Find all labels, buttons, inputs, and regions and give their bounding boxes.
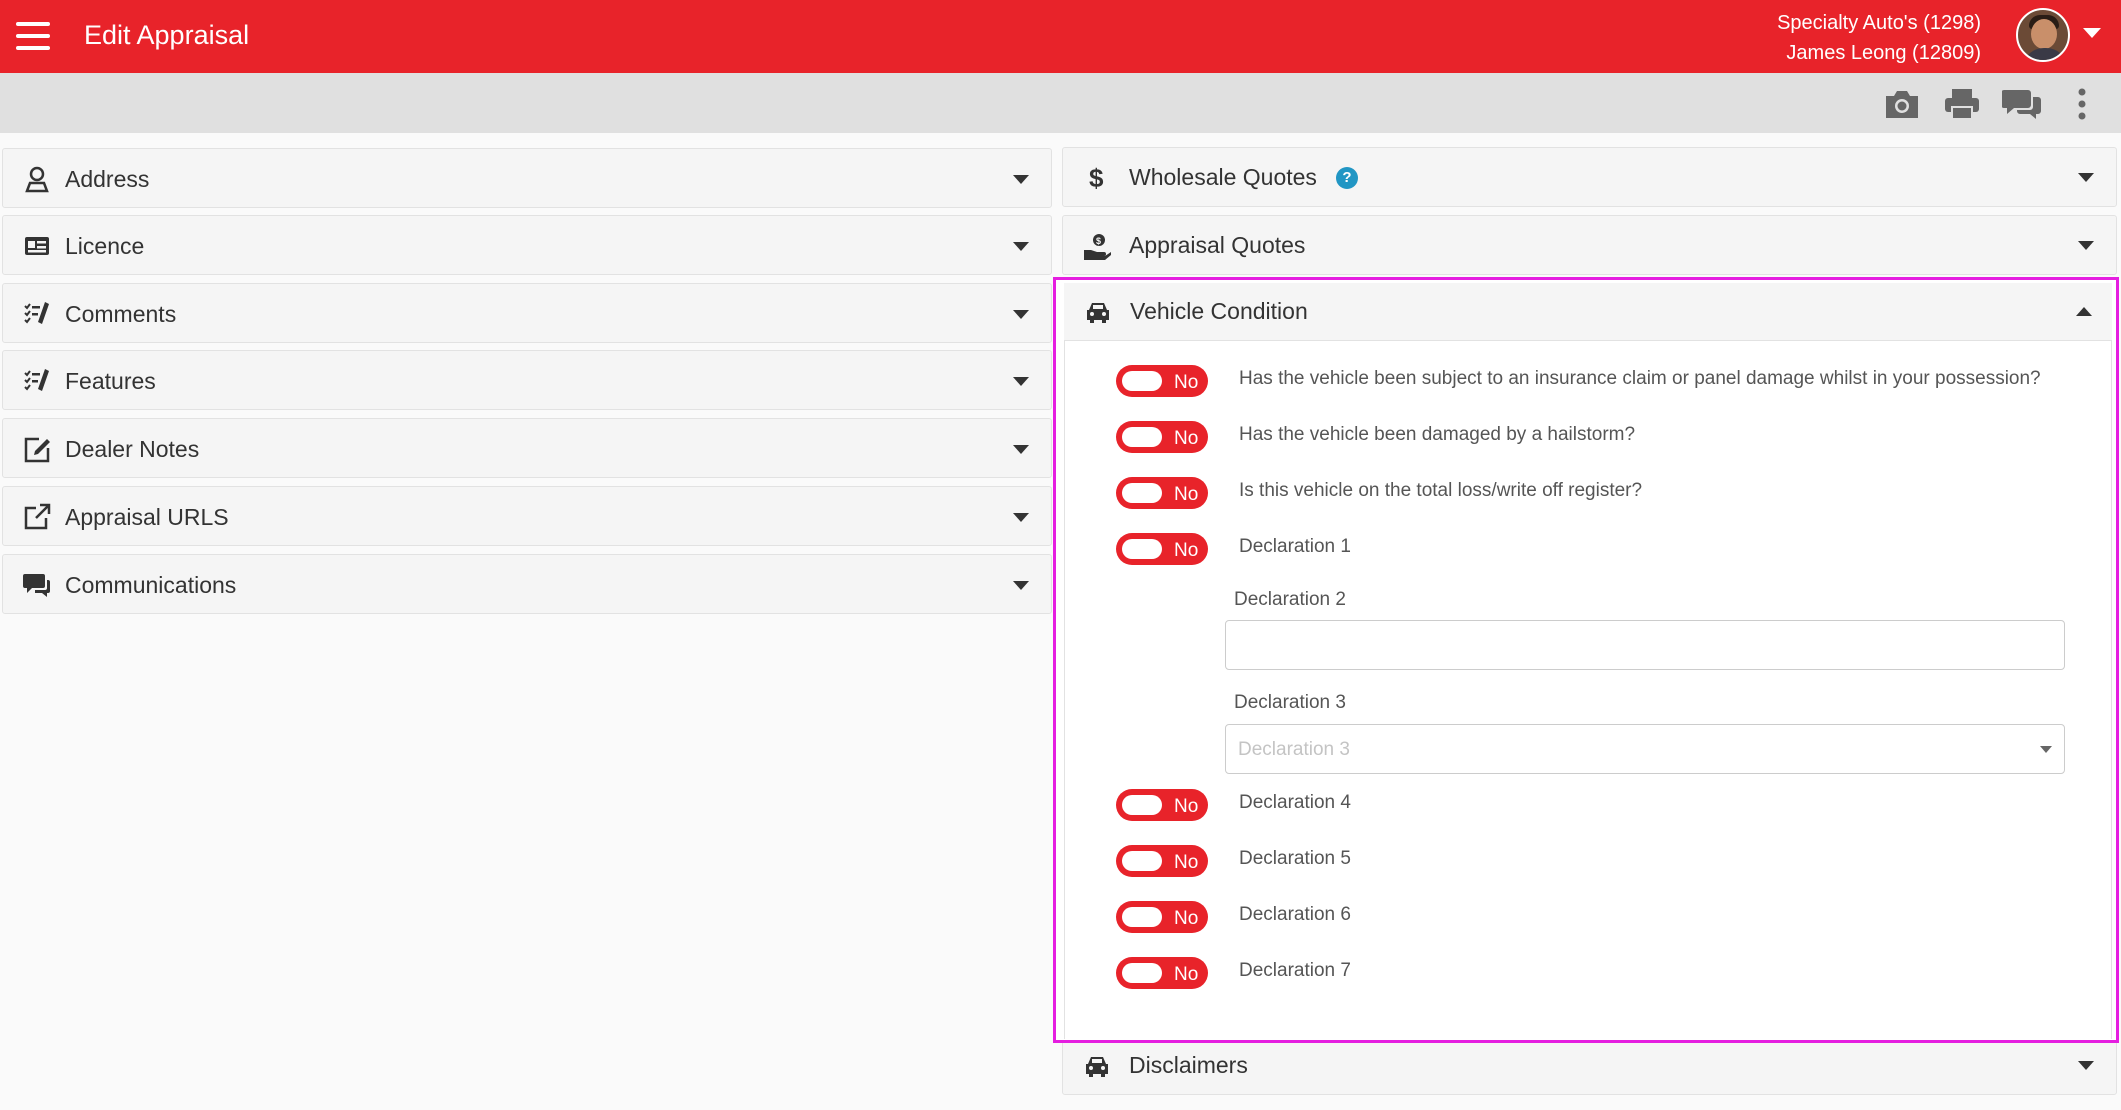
section-appraisal-quotes[interactable]: $ Appraisal Quotes — [1062, 215, 2117, 275]
more-vert-icon[interactable] — [2072, 87, 2092, 121]
checklist-pencil-icon — [24, 369, 49, 391]
section-label: Licence — [65, 233, 145, 259]
toggle-switch[interactable]: No — [1116, 901, 1208, 933]
section-comments[interactable]: Comments — [2, 283, 1052, 343]
user-menu-caret-icon[interactable] — [2083, 28, 2101, 38]
toggle-switch[interactable]: No — [1116, 421, 1208, 453]
chevron-down-icon — [1013, 513, 1029, 522]
chevron-down-icon — [2040, 746, 2052, 753]
car-icon — [1086, 1057, 1108, 1077]
external-link-icon — [24, 503, 51, 530]
section-label: Communications — [65, 572, 237, 598]
user-info[interactable]: Specialty Auto's (1298) James Leong (128… — [1777, 8, 1981, 68]
car-icon — [1087, 303, 1109, 323]
declaration-2-label: Declaration 2 — [1234, 589, 1346, 610]
section-address[interactable]: Address — [2, 148, 1052, 208]
section-disclaimers[interactable]: Disclaimers — [1062, 1035, 2117, 1095]
hand-coin-icon: $ — [1084, 234, 1111, 260]
vehicle-condition-header[interactable]: Vehicle Condition — [1064, 283, 2112, 341]
print-icon[interactable] — [1942, 87, 1982, 121]
svg-text:$: $ — [1089, 164, 1104, 192]
condition-row: No Declaration 4 — [1065, 787, 2113, 827]
map-pin-person-icon — [25, 166, 49, 193]
section-label: Vehicle Condition — [1130, 298, 1308, 324]
section-features[interactable]: Features — [2, 350, 1052, 410]
dollar-icon: $ — [1089, 164, 1104, 192]
toggle-switch[interactable]: No — [1116, 957, 1208, 989]
svg-text:$: $ — [1096, 236, 1101, 246]
question-text: Declaration 4 — [1239, 792, 1351, 813]
section-label: Features — [65, 368, 156, 394]
section-licence[interactable]: Licence — [2, 215, 1052, 275]
select-placeholder: Declaration 3 — [1238, 739, 1350, 760]
condition-row: No Declaration 5 — [1065, 843, 2113, 883]
app-bar: Edit Appraisal Specialty Auto's (1298) J… — [0, 0, 2121, 73]
menu-icon[interactable] — [16, 22, 50, 50]
avatar[interactable] — [2016, 8, 2070, 62]
chevron-down-icon — [1013, 377, 1029, 386]
question-text: Declaration 7 — [1239, 960, 1351, 981]
toggle-switch[interactable]: No — [1116, 845, 1208, 877]
declaration-3-select[interactable]: Declaration 3 — [1225, 724, 2065, 774]
condition-row: No Declaration 7 — [1065, 955, 2113, 995]
condition-row: No Declaration 6 — [1065, 899, 2113, 939]
section-vehicle-condition: Vehicle Condition No Has the vehicle bee… — [1053, 277, 2119, 1043]
vehicle-condition-body: No Has the vehicle been subject to an in… — [1064, 341, 2112, 1039]
condition-row: No Has the vehicle been damaged by a hai… — [1065, 419, 2113, 459]
section-dealer-notes[interactable]: Dealer Notes — [2, 418, 1052, 478]
condition-row: No Has the vehicle been subject to an in… — [1065, 363, 2113, 403]
question-text: Is this vehicle on the total loss/write … — [1239, 480, 1643, 501]
section-label: Dealer Notes — [65, 436, 200, 462]
declaration-3-label: Declaration 3 — [1234, 692, 1346, 713]
declaration-2-field[interactable] — [1225, 620, 2065, 670]
chevron-up-icon — [2076, 307, 2092, 316]
condition-row: No Declaration 1 — [1065, 531, 2113, 571]
question-text: Has the vehicle been subject to an insur… — [1239, 368, 2041, 389]
page-title: Edit Appraisal — [84, 20, 250, 50]
section-wholesale-quotes[interactable]: $ Wholesale Quotes ? — [1062, 147, 2117, 207]
question-text: Declaration 5 — [1239, 848, 1351, 869]
condition-row: No Is this vehicle on the total loss/wri… — [1065, 475, 2113, 515]
toggle-switch[interactable]: No — [1116, 477, 1208, 509]
checklist-pencil-icon — [24, 302, 49, 324]
help-icon[interactable]: ? — [1336, 167, 1358, 189]
section-label: Disclaimers — [1129, 1052, 1248, 1078]
chevron-down-icon — [1013, 310, 1029, 319]
section-communications[interactable]: Communications — [2, 554, 1052, 614]
chat-bubbles-icon — [23, 574, 50, 597]
section-label: Address — [65, 166, 150, 192]
chevron-down-icon — [1013, 581, 1029, 590]
toggle-switch[interactable]: No — [1116, 365, 1208, 397]
section-label: Appraisal Quotes — [1129, 232, 1306, 258]
user-name: James Leong (12809) — [1786, 42, 1981, 64]
edit-note-icon — [24, 437, 50, 463]
section-label: Comments — [65, 301, 177, 327]
chevron-down-icon — [2078, 241, 2094, 250]
question-text: Declaration 6 — [1239, 904, 1351, 925]
chevron-down-icon — [1013, 242, 1029, 251]
section-label: Wholesale Quotes — [1129, 164, 1317, 190]
section-label: Appraisal URLS — [65, 504, 229, 530]
camera-icon[interactable] — [1882, 87, 1922, 121]
chevron-down-icon — [1013, 445, 1029, 454]
question-text: Has the vehicle been damaged by a hailst… — [1239, 424, 1636, 445]
toolbar — [0, 73, 2121, 133]
id-card-icon — [25, 237, 49, 255]
chevron-down-icon — [2078, 173, 2094, 182]
comments-icon[interactable] — [2002, 87, 2042, 121]
section-appraisal-urls[interactable]: Appraisal URLS — [2, 486, 1052, 546]
question-text: Declaration 1 — [1239, 536, 1351, 557]
dealer-name: Specialty Auto's (1298) — [1777, 12, 1981, 34]
chevron-down-icon — [1013, 175, 1029, 184]
toggle-switch[interactable]: No — [1116, 533, 1208, 565]
chevron-down-icon — [2078, 1061, 2094, 1070]
toggle-switch[interactable]: No — [1116, 789, 1208, 821]
